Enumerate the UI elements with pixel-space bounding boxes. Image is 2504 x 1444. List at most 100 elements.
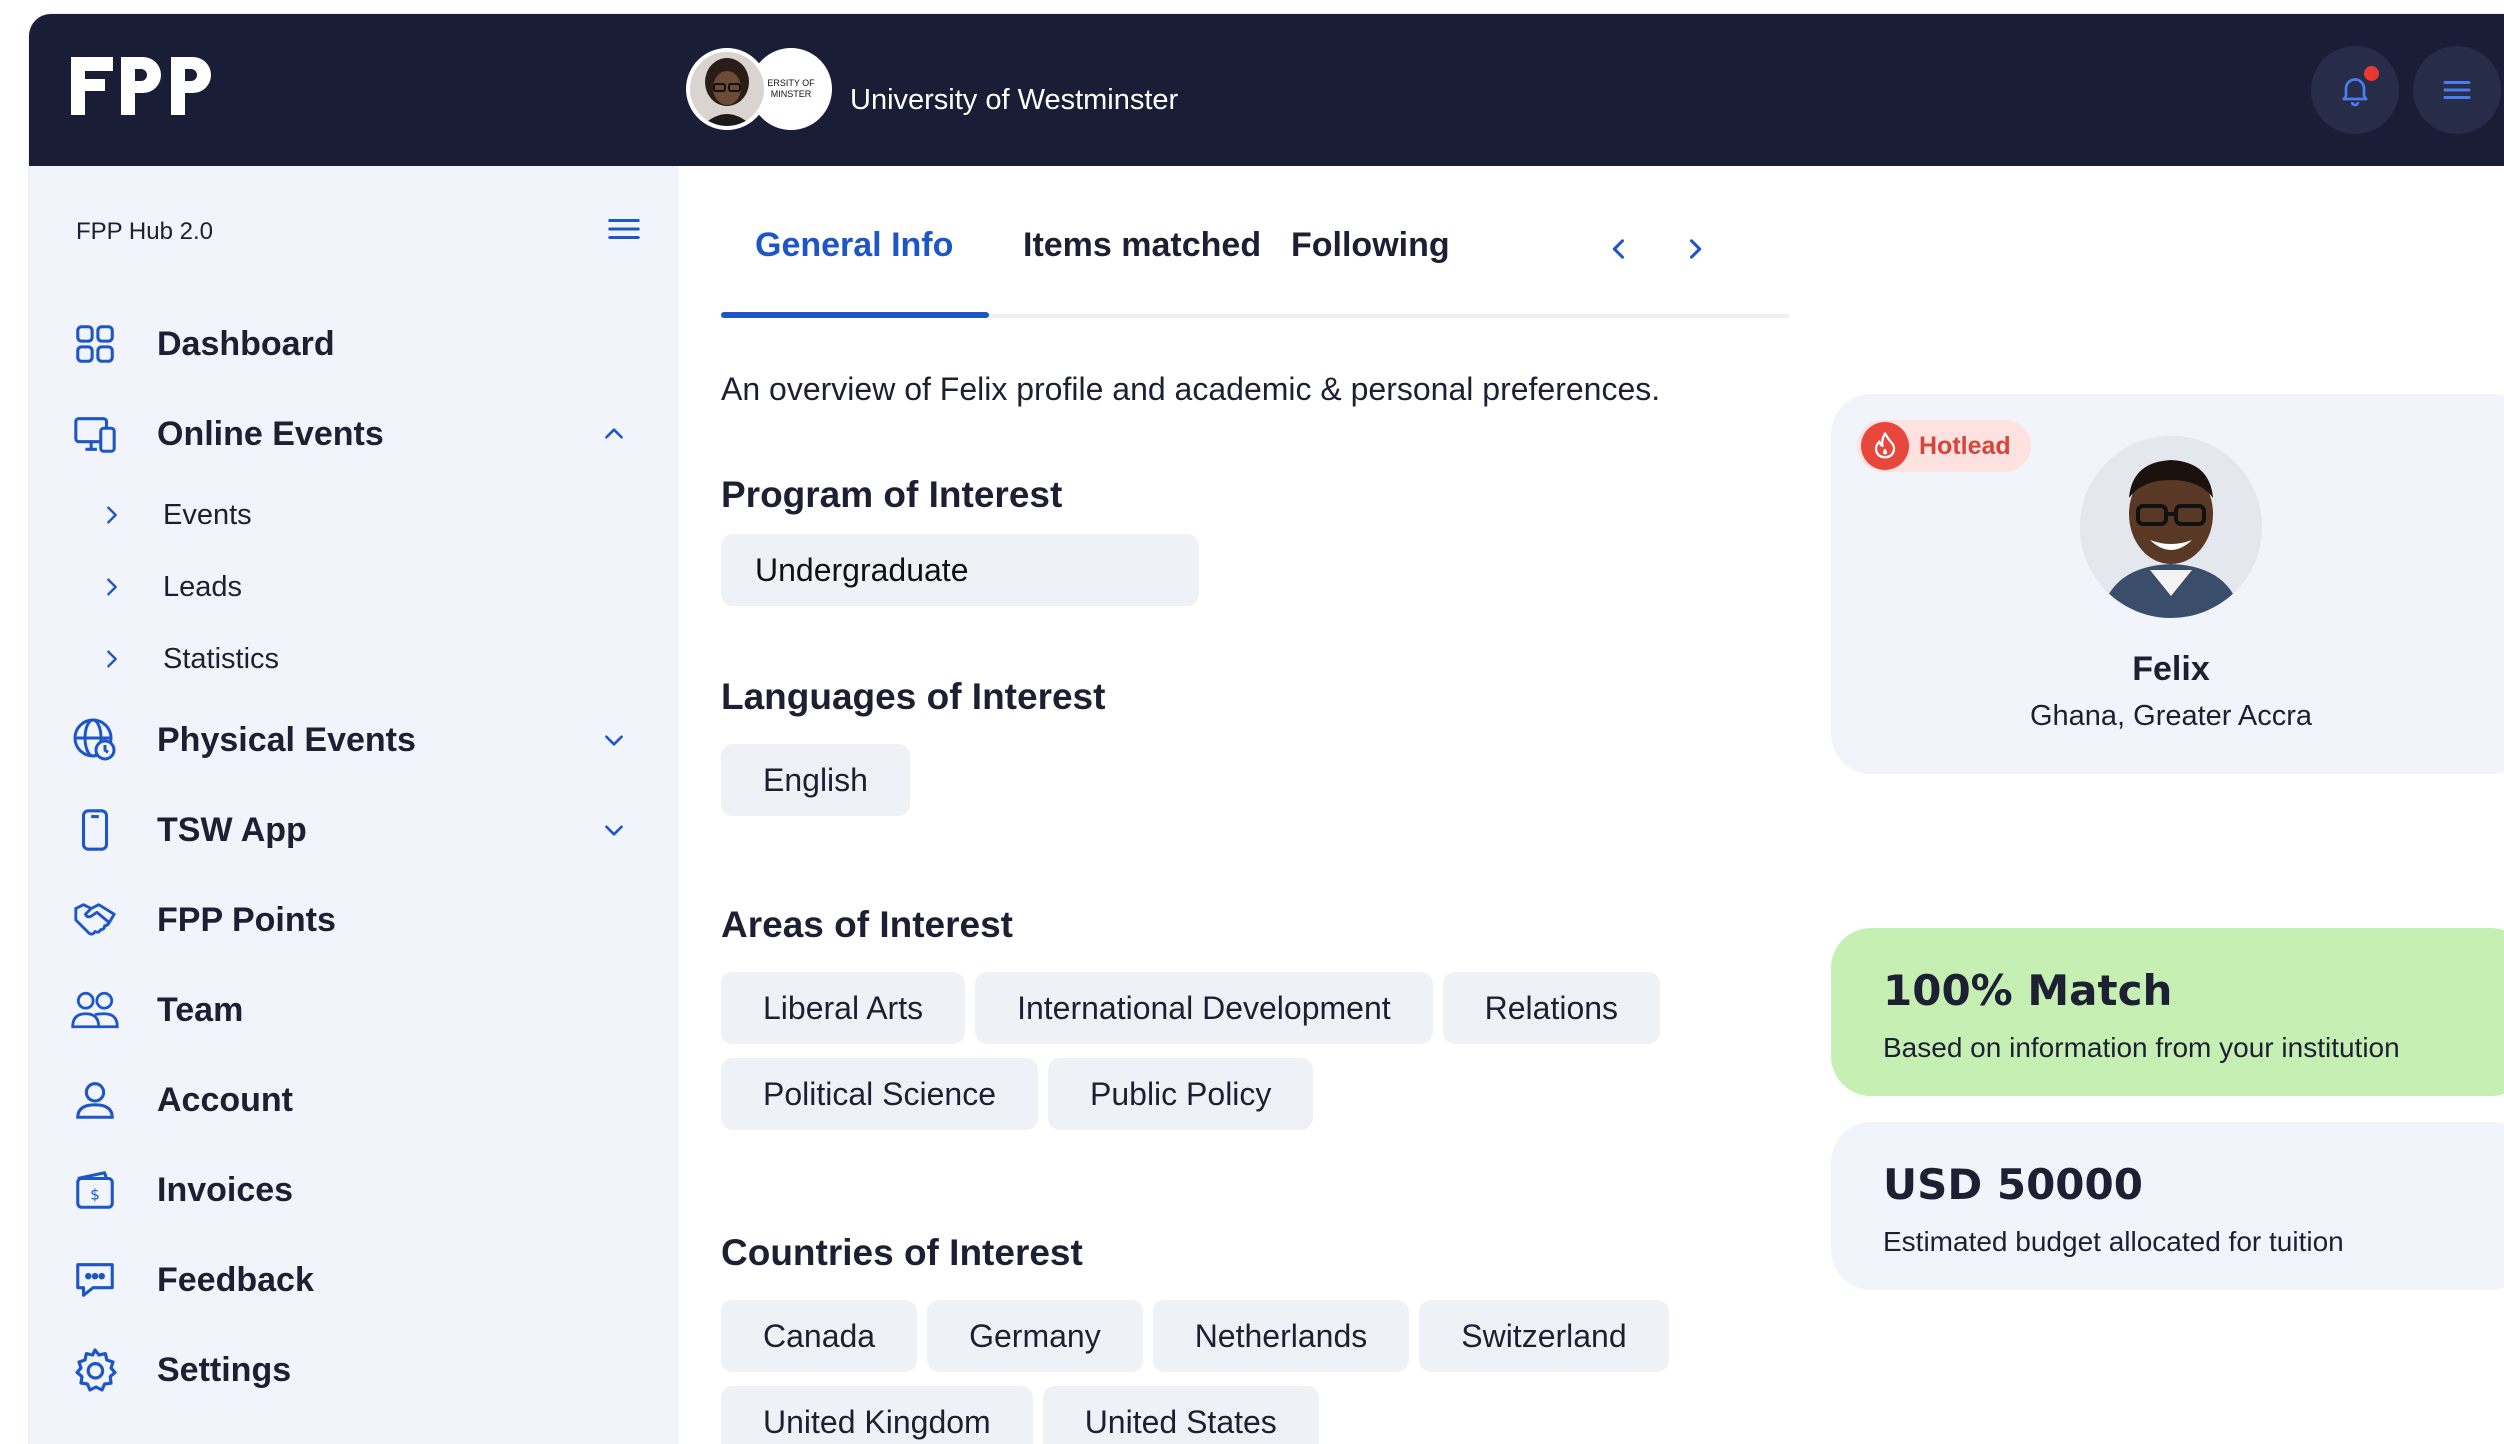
country-chip: United Kingdom — [721, 1386, 1033, 1444]
fpp-logo[interactable] — [71, 56, 223, 116]
country-chip: Switzerland — [1419, 1300, 1669, 1372]
active-tab-indicator — [721, 312, 989, 318]
area-chip: International Development — [975, 972, 1433, 1044]
areas-of-interest-title: Areas of Interest — [721, 904, 1013, 945]
program-chip: Undergraduate — [721, 534, 1199, 606]
country-chip: United States — [1042, 1386, 1319, 1444]
sidebar-subitem-events[interactable]: Events — [69, 479, 649, 551]
program-of-interest-chips: Undergraduate — [721, 534, 1199, 606]
sidebar-toggle-button[interactable] — [607, 214, 641, 249]
institution-name: University of Westminster — [850, 83, 1179, 116]
area-chip: Political Science — [721, 1058, 1038, 1130]
dashboard-grid-icon — [69, 318, 121, 370]
sidebar-item-label: Online Events — [157, 414, 384, 453]
invoice-icon: $ — [69, 1164, 121, 1216]
tab-following[interactable]: Following — [1291, 226, 1450, 265]
lead-avatar — [2080, 436, 2262, 618]
sidebar-item-label: Physical Events — [157, 720, 416, 759]
notification-dot — [2364, 66, 2379, 81]
chevron-right-icon — [97, 572, 127, 602]
user-avatar — [686, 48, 768, 130]
fpp-logo-mark — [71, 57, 211, 115]
globe-icon — [69, 714, 121, 766]
tabs-next-button[interactable] — [1677, 231, 1713, 267]
overview-text: An overview of Felix profile and academi… — [721, 371, 1661, 407]
country-chip: Canada — [721, 1300, 918, 1372]
chat-icon — [69, 1254, 121, 1306]
sidebar-item-team[interactable]: Team — [69, 965, 649, 1055]
svg-text:MINSTER: MINSTER — [771, 89, 812, 99]
hamburger-icon — [2443, 81, 2471, 99]
chevron-up-icon[interactable] — [599, 419, 629, 449]
sidebar-subitem-label: Statistics — [163, 642, 280, 675]
handshake-icon — [69, 894, 121, 946]
main-menu-button[interactable] — [2413, 46, 2501, 134]
hamburger-icon — [608, 218, 640, 240]
tab-bar: General Info Items matched Following — [721, 166, 1789, 318]
svg-text:$: $ — [90, 1186, 100, 1204]
chevron-down-icon[interactable] — [599, 725, 629, 755]
area-chip: Relations — [1442, 972, 1661, 1044]
tab-general-info[interactable]: General Info — [755, 226, 953, 265]
chevron-right-icon — [1689, 239, 1702, 259]
sidebar-item-label: TSW App — [157, 810, 307, 849]
flame-icon — [1861, 422, 1909, 470]
sidebar-item-account[interactable]: Account — [69, 1055, 649, 1145]
sidebar-item-tsw-app[interactable]: TSW App — [69, 785, 649, 875]
sidebar-item-settings[interactable]: Settings — [69, 1325, 649, 1415]
hub-title: FPP Hub 2.0 — [76, 217, 213, 245]
sidebar-item-label: FPP Points — [157, 900, 336, 939]
sidebar-subitem-leads[interactable]: Leads — [69, 551, 649, 623]
sidebar-item-invoices[interactable]: $ Invoices — [69, 1145, 649, 1235]
sidebar-subitem-label: Events — [163, 498, 252, 531]
sidebar-item-label: Invoices — [157, 1170, 294, 1209]
match-description: Based on information from your instituti… — [1883, 1032, 2400, 1063]
match-card: 100% Match Based on information from you… — [1831, 928, 2504, 1096]
sidebar-item-physical-events[interactable]: Physical Events — [69, 695, 649, 785]
language-chip: English — [721, 744, 910, 816]
devices-icon — [69, 408, 121, 460]
sidebar-subitem-statistics[interactable]: Statistics — [69, 623, 649, 695]
chevron-right-icon — [97, 644, 127, 674]
lead-location: Ghana, Greater Accra — [2029, 700, 2313, 732]
area-chip: Liberal Arts — [721, 972, 966, 1044]
sidebar-item-label: Dashboard — [157, 324, 335, 363]
sidebar-item-dashboard[interactable]: Dashboard — [69, 299, 649, 389]
chevron-down-icon[interactable] — [599, 815, 629, 845]
hotlead-badge: Hotlead — [1857, 420, 2031, 472]
sidebar-item-label: Team — [157, 990, 244, 1029]
chevron-left-icon — [1612, 239, 1625, 259]
countries-of-interest-chips: Canada Germany Netherlands Switzerland U… — [721, 1300, 1761, 1444]
institution-avatars: ERSITY OF MINSTER — [686, 48, 832, 130]
main-content: General Info Items matched Following An … — [679, 166, 1819, 1444]
top-bar: ERSITY OF MINSTER University of Westmins… — [29, 14, 2504, 166]
svg-text:ERSITY OF: ERSITY OF — [767, 78, 815, 88]
sidebar: FPP Hub 2.0 Dashboard Online Events Even… — [29, 166, 679, 1444]
sidebar-item-feedback[interactable]: Feedback — [69, 1235, 649, 1325]
tab-items-matched[interactable]: Items matched — [1023, 226, 1261, 265]
match-percentage: 100% Match — [1883, 966, 2173, 1015]
area-chip: Public Policy — [1048, 1058, 1314, 1130]
sidebar-item-label: Feedback — [157, 1260, 314, 1299]
sidebar-item-fpp-points[interactable]: FPP Points — [69, 875, 649, 965]
budget-amount: USD 50000 — [1883, 1160, 2143, 1209]
sidebar-item-label: Settings — [157, 1350, 292, 1389]
budget-description: Estimated budget allocated for tuition — [1883, 1226, 2344, 1257]
user-icon — [69, 1074, 121, 1126]
sidebar-item-online-events[interactable]: Online Events — [69, 389, 649, 479]
chevron-right-icon — [97, 500, 127, 530]
program-of-interest-title: Program of Interest — [721, 474, 1063, 515]
sidebar-subitem-label: Leads — [163, 570, 243, 603]
countries-of-interest-title: Countries of Interest — [721, 1232, 1083, 1273]
country-chip: Netherlands — [1152, 1300, 1410, 1372]
institution-switcher[interactable]: ERSITY OF MINSTER University of Westmins… — [686, 48, 1178, 130]
sidebar-nav: Dashboard Online Events Events Leads Sta… — [69, 299, 649, 1415]
hotlead-label: Hotlead — [1919, 431, 2011, 460]
notifications-button[interactable] — [2311, 46, 2399, 134]
areas-of-interest-chips: Liberal Arts International Development R… — [721, 972, 1761, 1130]
profile-card: Hotlead Felix Ghana, Greater Accra — [1831, 394, 2504, 774]
tabs-prev-button[interactable] — [1601, 231, 1637, 267]
languages-of-interest-title: Languages of Interest — [721, 676, 1106, 717]
languages-of-interest-chips: English — [721, 744, 910, 816]
gear-icon — [69, 1344, 121, 1396]
